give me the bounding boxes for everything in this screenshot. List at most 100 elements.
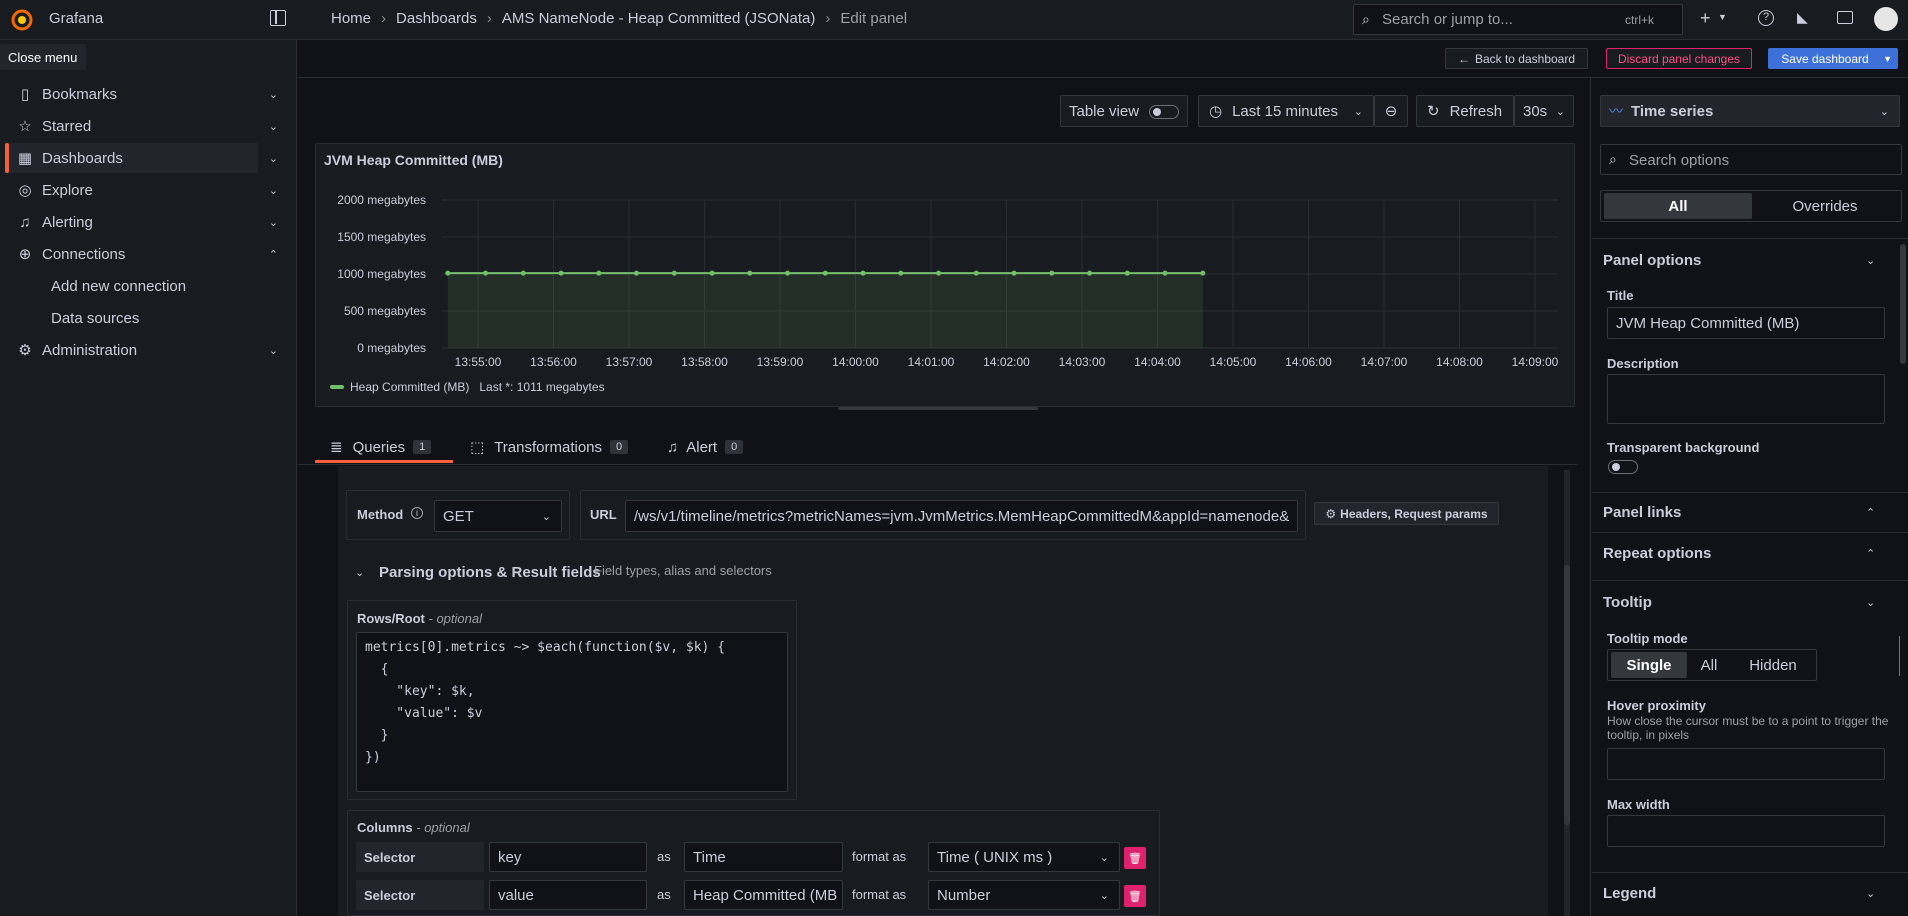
repeat-options-header[interactable]: Repeat options <box>1603 545 1883 562</box>
x-tick-label: 14:04:00 <box>1134 355 1181 369</box>
back-to-dashboard-button[interactable]: ← Back to dashboard <box>1445 48 1588 69</box>
chevron-down-icon[interactable]: ⌄ <box>269 344 278 357</box>
divider <box>1592 872 1908 873</box>
time-range-picker[interactable]: ◷ Last 15 minutes ⌄ <box>1198 95 1374 127</box>
plus-icon[interactable]: + <box>1700 8 1711 29</box>
sidebar-item-starred[interactable]: ☆ Starred ⌄ <box>8 111 278 141</box>
sidebar-item-connections[interactable]: ⊕ Connections ⌃ <box>8 239 278 269</box>
table-view-toggle[interactable]: Table view <box>1060 95 1188 127</box>
tab-overrides[interactable]: Overrides <box>1752 193 1898 219</box>
trash-icon: 🗑 <box>1128 852 1142 865</box>
sidebar: ▯ Bookmarks ⌄ ☆ Starred ⌄ ▦ Dashboards ⌄ ◎ Expl… <box>0 40 297 916</box>
tooltip-mode-hidden[interactable]: Hidden <box>1733 652 1813 678</box>
visualization-picker[interactable]: 〰 Time series ⌄ <box>1600 95 1900 127</box>
options-scrollbar[interactable] <box>1900 244 1906 364</box>
refresh-button[interactable]: ↻ Refresh <box>1416 95 1514 127</box>
resize-handle[interactable] <box>838 407 1038 410</box>
sidebar-item-explore[interactable]: ◎ Explore ⌄ <box>8 175 278 205</box>
parsing-options-title[interactable]: Parsing options & Result fields <box>379 564 601 581</box>
format-select[interactable]: Time ( UNIX ms ) ⌄ <box>928 842 1120 872</box>
breadcrumb-dashboard[interactable]: AMS NameNode - Heap Committed (JSONata) <box>502 10 815 27</box>
chevron-down-icon[interactable]: ⌄ <box>1866 596 1875 609</box>
discard-panel-changes-button[interactable]: Discard panel changes <box>1606 48 1752 69</box>
data-point <box>1087 270 1093 276</box>
panel-title-input[interactable]: JVM Heap Committed (MB) <box>1607 307 1885 339</box>
chevron-down-icon[interactable]: ⌄ <box>269 152 278 165</box>
tooltip-mode-all[interactable]: All <box>1687 652 1731 678</box>
delete-column-button[interactable]: 🗑 <box>1124 885 1146 907</box>
selector-key-input[interactable]: value <box>489 880 647 910</box>
hover-proximity-input[interactable] <box>1607 748 1885 780</box>
breadcrumb-home[interactable]: Home <box>331 10 371 27</box>
rss-icon[interactable]: ◣ <box>1797 9 1808 26</box>
alias-input[interactable]: Heap Committed (MB <box>684 880 843 910</box>
alias-input[interactable]: Time <box>684 842 843 872</box>
zoom-out-button[interactable]: ⊖ <box>1374 95 1408 127</box>
chevron-up-icon[interactable]: ⌃ <box>269 248 278 261</box>
chevron-up-icon[interactable]: ⌃ <box>1866 506 1875 519</box>
headers-request-params-button[interactable]: ⚙ Headers, Request params <box>1314 502 1499 525</box>
tab-alert[interactable]: ♫ Alert 0 <box>667 430 744 464</box>
tab-queries[interactable]: ≣ Queries 1 <box>330 430 432 464</box>
x-tick-label: 13:55:00 <box>455 355 502 369</box>
chevron-down-icon[interactable]: ⌄ <box>269 120 278 133</box>
chevron-down-icon[interactable]: ⌄ <box>269 88 278 101</box>
save-dashboard-button[interactable]: Save dashboard ▼ <box>1768 48 1898 69</box>
panel-options-header[interactable]: Panel options <box>1603 252 1883 269</box>
url-input[interactable]: /ws/v1/timeline/metrics?metricNames=jvm.… <box>625 500 1298 532</box>
tab-all[interactable]: All <box>1604 193 1752 219</box>
sidebar-item-bookmarks[interactable]: ▯ Bookmarks ⌄ <box>8 79 278 109</box>
x-tick-label: 14:01:00 <box>908 355 955 369</box>
back-label: Back to dashboard <box>1474 51 1576 66</box>
transparent-background-toggle[interactable] <box>1608 460 1638 474</box>
sidebar-item-alerting[interactable]: ♫ Alerting ⌄ <box>8 207 278 237</box>
tab-transformations[interactable]: ⬚ Transformations 0 <box>470 430 629 464</box>
method-select[interactable]: GET ⌄ <box>434 500 562 532</box>
time-series-chart[interactable]: 2000 megabytes 1500 megabytes 1000 megabyt… <box>316 144 1574 406</box>
search-options-input[interactable]: ⌕ Search options <box>1600 144 1902 175</box>
query-scrollbar[interactable] <box>1564 470 1570 916</box>
sidebar-item-label: Starred <box>42 117 92 135</box>
chevron-up-icon[interactable]: ⌃ <box>1866 547 1875 560</box>
chevron-down-icon[interactable]: ▼ <box>1883 54 1892 64</box>
chevron-down-icon[interactable]: ⌄ <box>355 566 364 579</box>
sidebar-item-add-new-connection[interactable]: Add new connection <box>51 278 186 295</box>
chart-legend[interactable]: Heap Committed (MB) Last *: 1011 megabyt… <box>330 380 605 394</box>
chevron-down-icon[interactable]: ▼ <box>1718 12 1727 22</box>
legend-header[interactable]: Legend <box>1603 885 1883 902</box>
legend-series-name[interactable]: Heap Committed (MB) <box>350 380 469 394</box>
pane-resize-handle[interactable] <box>1899 636 1908 676</box>
avatar[interactable] <box>1874 7 1898 31</box>
dock-menu-icon[interactable] <box>270 10 286 26</box>
chevron-down-icon[interactable]: ⌄ <box>269 216 278 229</box>
delete-column-button[interactable]: 🗑 <box>1124 847 1146 869</box>
panel-links-header[interactable]: Panel links <box>1603 504 1883 521</box>
tooltip-header[interactable]: Tooltip <box>1603 594 1883 611</box>
selector-key-input[interactable]: key <box>489 842 647 872</box>
x-tick-label: 14:00:00 <box>832 355 879 369</box>
max-width-label: Max width <box>1607 797 1670 812</box>
grafana-logo-icon[interactable] <box>10 8 34 35</box>
format-as-label: format as <box>852 887 907 902</box>
chevron-down-icon[interactable]: ⌄ <box>1866 887 1875 900</box>
refresh-interval-picker[interactable]: 30s ⌄ <box>1514 95 1574 127</box>
toggle-switch[interactable] <box>1149 105 1179 119</box>
sidebar-item-administration[interactable]: ⚙ Administration ⌄ <box>8 335 278 365</box>
info-icon[interactable]: i <box>411 507 423 519</box>
format-select[interactable]: Number ⌄ <box>928 880 1120 910</box>
help-icon[interactable]: ? <box>1758 10 1774 26</box>
tooltip-mode-single[interactable]: Single <box>1611 652 1687 678</box>
chart-panel[interactable]: JVM Heap Committed (MB) 2000 megabytes 15… <box>315 143 1575 407</box>
chevron-down-icon[interactable]: ⌄ <box>269 184 278 197</box>
max-width-input[interactable] <box>1607 815 1885 847</box>
sidebar-item-dashboards[interactable]: ▦ Dashboards ⌄ <box>5 143 278 173</box>
breadcrumb-dashboards[interactable]: Dashboards <box>396 10 477 27</box>
time-series-icon: 〰 <box>1609 103 1623 119</box>
search-icon: ⌕ <box>1609 151 1617 167</box>
chevron-down-icon[interactable]: ⌄ <box>1866 254 1875 267</box>
description-textarea[interactable] <box>1607 374 1885 424</box>
sidebar-item-data-sources[interactable]: Data sources <box>51 310 139 327</box>
rows-root-editor[interactable]: metrics[0].metrics ~> $each(function($v,… <box>356 632 788 792</box>
search-input[interactable]: ⌕ Search or jump to... ctrl+k <box>1353 4 1683 35</box>
tv-icon[interactable] <box>1837 11 1853 24</box>
